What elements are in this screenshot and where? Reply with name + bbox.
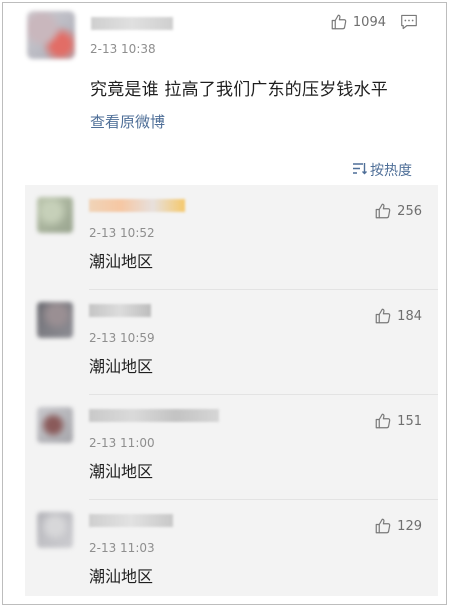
reply-timestamp: 2-13 11:03 bbox=[89, 541, 155, 555]
comment-icon[interactable] bbox=[400, 14, 418, 34]
reply-text: 潮汕地区 bbox=[89, 252, 154, 271]
reply-item: 2-13 11:00 潮汕地区 151 bbox=[25, 395, 438, 499]
sort-label: 按热度 bbox=[370, 163, 412, 179]
post-timestamp: 2-13 10:38 bbox=[90, 42, 156, 56]
reply-text: 潮汕地区 bbox=[89, 567, 154, 586]
reply-text: 潮汕地区 bbox=[89, 357, 154, 376]
reply-text: 潮汕地区 bbox=[89, 462, 154, 481]
sort-by-hot-button[interactable]: 按热度 bbox=[352, 160, 412, 180]
username-redacted[interactable] bbox=[91, 17, 173, 30]
reply-like-button[interactable]: 184 bbox=[374, 307, 422, 325]
avatar[interactable] bbox=[37, 197, 73, 233]
username-redacted[interactable] bbox=[89, 304, 151, 317]
username-redacted[interactable] bbox=[89, 409, 219, 422]
screenshot-frame: 2-13 10:38 1094 究竟是谁 拉高了我们广东的压岁钱水平 查看原微博 bbox=[2, 2, 447, 605]
reply-timestamp: 2-13 10:59 bbox=[89, 331, 155, 345]
reply-like-count: 184 bbox=[397, 308, 422, 324]
avatar[interactable] bbox=[27, 11, 75, 59]
reply-like-count: 129 bbox=[397, 518, 422, 534]
reply-timestamp: 2-13 10:52 bbox=[89, 226, 155, 240]
reply-like-count: 151 bbox=[397, 413, 422, 429]
reply-item: 2-13 10:59 潮汕地区 184 bbox=[25, 290, 438, 394]
reply-like-count: 256 bbox=[397, 203, 422, 219]
reply-item: 2-13 10:52 潮汕地区 256 bbox=[25, 185, 438, 289]
replies-panel: 2-13 10:52 潮汕地区 256 2-13 10:59 潮汕地区 184 … bbox=[25, 185, 438, 596]
username-redacted[interactable] bbox=[89, 199, 185, 212]
post-text: 究竟是谁 拉高了我们广东的压岁钱水平 bbox=[90, 80, 389, 100]
post-like-count: 1094 bbox=[352, 14, 386, 30]
reply-timestamp: 2-13 11:00 bbox=[89, 436, 155, 450]
thumbs-up-icon bbox=[374, 307, 392, 325]
avatar[interactable] bbox=[37, 407, 73, 443]
thumbs-up-icon bbox=[374, 517, 392, 535]
thumbs-up-icon bbox=[374, 202, 392, 220]
reply-like-button[interactable]: 151 bbox=[374, 412, 422, 430]
avatar[interactable] bbox=[37, 512, 73, 548]
avatar[interactable] bbox=[37, 302, 73, 338]
sort-icon bbox=[352, 162, 367, 179]
reply-item: 2-13 11:03 潮汕地区 129 bbox=[25, 500, 438, 604]
thumbs-up-icon bbox=[330, 13, 348, 31]
view-original-link[interactable]: 查看原微博 bbox=[90, 111, 165, 132]
username-redacted[interactable] bbox=[89, 514, 173, 527]
thumbs-up-icon bbox=[374, 412, 392, 430]
reply-like-button[interactable]: 129 bbox=[374, 517, 422, 535]
post-like-button[interactable]: 1094 bbox=[330, 13, 386, 31]
reply-like-button[interactable]: 256 bbox=[374, 202, 422, 220]
